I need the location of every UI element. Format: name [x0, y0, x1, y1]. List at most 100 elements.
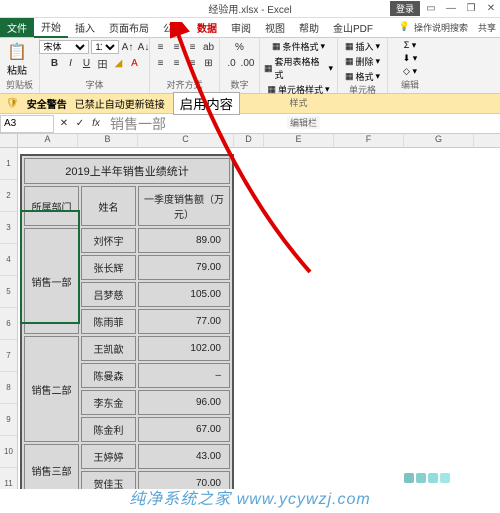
align-top-icon[interactable]: ≡ [154, 40, 168, 54]
cell-amt[interactable]: 89.00 [138, 228, 230, 253]
col-head-C[interactable]: C [138, 134, 234, 147]
tab-data[interactable]: 数据 [190, 18, 224, 37]
decrease-font-icon[interactable]: A↓ [137, 40, 151, 54]
cells-area[interactable]: 2019上半年销售业绩统计 所属部门 姓名 一季度销售额（万元） 销售一部刘怀宇… [18, 148, 500, 489]
insert-cells-button[interactable]: ▦ 插入 ▾ [345, 40, 380, 53]
account-button[interactable]: 登录 [390, 1, 420, 16]
row-head-2[interactable]: 2 [0, 180, 17, 212]
font-color-button[interactable]: A [128, 56, 142, 70]
fill-color-button[interactable]: ◢ [112, 56, 126, 70]
tab-formulas[interactable]: 公式 [156, 18, 190, 37]
header-name[interactable]: 姓名 [81, 186, 136, 226]
ribbon-options-icon[interactable]: ▭ [422, 1, 440, 15]
cell-name[interactable]: 吕梦慈 [81, 282, 136, 307]
decimal-inc-icon[interactable]: .0 [225, 56, 239, 70]
minimize-icon[interactable]: — [442, 1, 460, 15]
name-box[interactable] [0, 115, 54, 133]
row-head-4[interactable]: 4 [0, 244, 17, 276]
italic-button[interactable]: I [64, 56, 78, 70]
tab-home[interactable]: 开始 [34, 17, 68, 38]
fill-button[interactable]: ⬇ ▾ [403, 53, 418, 64]
tab-file[interactable]: 文件 [0, 18, 34, 37]
col-head-A[interactable]: A [18, 134, 78, 147]
row-head-1[interactable]: 1 [0, 148, 17, 180]
wrap-text-button[interactable]: ab [202, 40, 216, 54]
fx-confirm-icon[interactable]: ✓ [73, 117, 87, 131]
cell-name[interactable]: 刘怀宇 [81, 228, 136, 253]
row-head-7[interactable]: 7 [0, 340, 17, 372]
clear-button[interactable]: ◇ ▾ [403, 66, 417, 77]
bold-button[interactable]: B [48, 56, 62, 70]
col-head-F[interactable]: F [334, 134, 404, 147]
tell-me-label[interactable]: 操作说明搜索 [414, 21, 468, 34]
cell-amt[interactable]: 43.00 [138, 444, 230, 469]
cell-amt[interactable]: 96.00 [138, 390, 230, 415]
cell-name[interactable]: 陈金利 [81, 417, 136, 442]
tab-view[interactable]: 视图 [258, 18, 292, 37]
decimal-dec-icon[interactable]: .00 [241, 56, 255, 70]
cell-dept[interactable]: 销售三部 [24, 444, 79, 489]
table-title[interactable]: 2019上半年销售业绩统计 [24, 158, 230, 184]
align-bottom-icon[interactable]: ≡ [186, 40, 200, 54]
cell-dept[interactable]: 销售二部 [24, 336, 79, 442]
row-head-3[interactable]: 3 [0, 212, 17, 244]
row-head-10[interactable]: 10 [0, 436, 17, 468]
delete-cells-button[interactable]: ▦ 删除 ▾ [345, 55, 380, 68]
fx-button[interactable]: fx [89, 117, 103, 131]
cell-name[interactable]: 张长辉 [81, 255, 136, 280]
number-format-button[interactable]: % [233, 40, 247, 54]
share-button[interactable]: 共享 [478, 21, 496, 34]
cell-amt[interactable]: 79.00 [138, 255, 230, 280]
tab-help[interactable]: 帮助 [292, 18, 326, 37]
align-center-icon[interactable]: ≡ [170, 56, 184, 70]
data-table[interactable]: 2019上半年销售业绩统计 所属部门 姓名 一季度销售额（万元） 销售一部刘怀宇… [20, 154, 234, 489]
fx-cancel-icon[interactable]: ✕ [57, 117, 71, 131]
header-dept[interactable]: 所属部门 [24, 186, 79, 226]
tab-review[interactable]: 审阅 [224, 18, 258, 37]
cell-name[interactable]: 陈雨菲 [81, 309, 136, 334]
align-left-icon[interactable]: ≡ [154, 56, 168, 70]
tab-pagelayout[interactable]: 页面布局 [102, 18, 156, 37]
col-head-E[interactable]: E [264, 134, 334, 147]
header-amount[interactable]: 一季度销售额（万元） [138, 186, 230, 226]
select-all-corner[interactable] [0, 134, 18, 147]
align-right-icon[interactable]: ≡ [186, 56, 200, 70]
col-head-B[interactable]: B [78, 134, 138, 147]
tell-me-icon[interactable]: 💡 [399, 21, 410, 34]
border-button[interactable]: 田 [96, 56, 110, 70]
close-icon[interactable]: ✕ [482, 1, 500, 15]
col-head-G[interactable]: G [404, 134, 474, 147]
cell-name[interactable]: 李东金 [81, 390, 136, 415]
tab-pdf[interactable]: 金山PDF [326, 18, 380, 37]
format-cells-button[interactable]: ▦ 格式 ▾ [345, 70, 380, 83]
underline-button[interactable]: U [80, 56, 94, 70]
conditional-format-button[interactable]: ▦条件格式 ▾ [272, 40, 325, 53]
cell-amt[interactable]: 102.00 [138, 336, 230, 361]
font-size-select[interactable]: 11 [91, 40, 119, 54]
row-head-9[interactable]: 9 [0, 404, 17, 436]
paste-button[interactable]: 📋粘贴 [4, 42, 30, 77]
increase-font-icon[interactable]: A↑ [121, 40, 135, 54]
cell-amt[interactable]: – [138, 363, 230, 388]
font-name-select[interactable]: 宋体 [39, 40, 89, 54]
tab-insert[interactable]: 插入 [68, 18, 102, 37]
cell-dept[interactable]: 销售一部 [24, 228, 79, 334]
autosum-button[interactable]: Σ ▾ [404, 40, 417, 51]
merge-button[interactable]: ⊞ [202, 56, 216, 70]
align-middle-icon[interactable]: ≡ [170, 40, 184, 54]
cell-amt[interactable]: 105.00 [138, 282, 230, 307]
cell-name[interactable]: 陈曼森 [81, 363, 136, 388]
watermark-logo [404, 473, 450, 483]
row-head-6[interactable]: 6 [0, 308, 17, 340]
col-head-D[interactable]: D [234, 134, 264, 147]
restore-icon[interactable]: ❐ [462, 1, 480, 15]
cell-amt[interactable]: 67.00 [138, 417, 230, 442]
format-as-table-button[interactable]: ▦套用表格格式 ▾ [264, 55, 333, 81]
cell-amt[interactable]: 77.00 [138, 309, 230, 334]
row-head-5[interactable]: 5 [0, 276, 17, 308]
cell-styles-button[interactable]: ▦单元格样式 ▾ [267, 83, 329, 96]
row-head-8[interactable]: 8 [0, 372, 17, 404]
cell-name[interactable]: 王婷婷 [81, 444, 136, 469]
enable-content-button[interactable]: 启用内容 [173, 92, 240, 115]
cell-name[interactable]: 王凯歆 [81, 336, 136, 361]
